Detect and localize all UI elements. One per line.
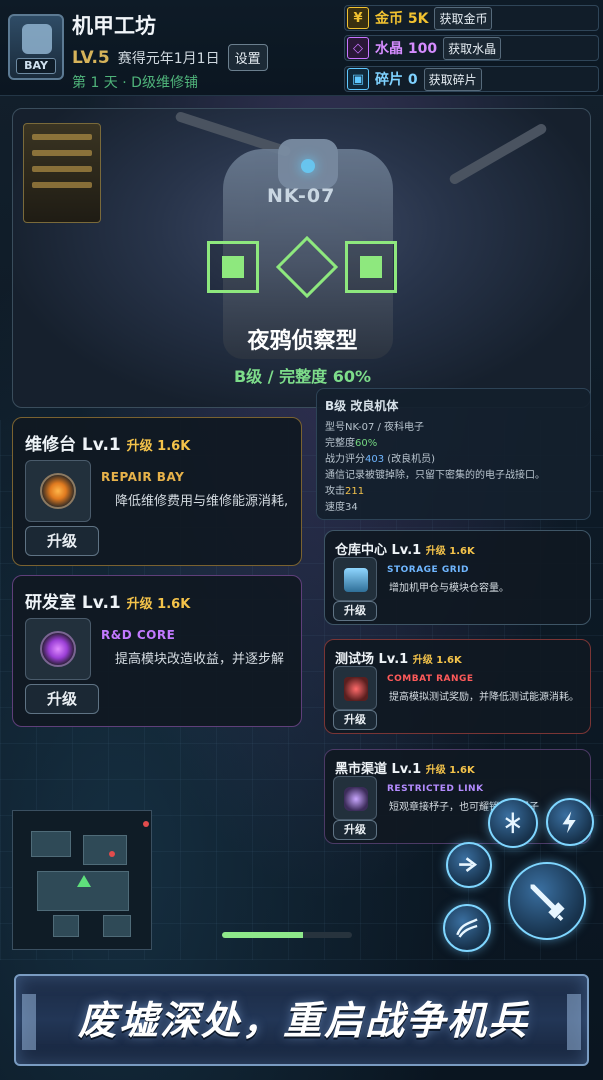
attack-label: 攻击 [325,486,345,497]
promo-banner: 废墟深处，重启战争机兵 [14,974,589,1066]
storage-description: 增加机甲仓与模块仓容量。 [389,583,509,594]
get-crystal-button[interactable]: 获取水晶 [443,36,502,60]
black-upgrade-cost: 升级 1.6K [425,765,475,776]
shard-amount: 碎片 0 [375,72,418,88]
storage-name: 仓库中心 Lv.1 [335,543,422,558]
module-slot-left-icon[interactable] [207,241,259,293]
facility-repair-card[interactable]: 维修台 Lv.1 升级 1.6K REPAIR BAY 降低维修费用与维修能源消… [12,417,302,566]
resource-gold: ¥ 金币 5K 获取金币 [344,5,599,31]
control-console [23,123,101,223]
player-hp-bar [222,932,352,938]
facility-rnd-card[interactable]: 研发室 Lv.1 升级 1.6K R&D CORE 提高模块改造收益，并逐步解 … [12,575,302,727]
mech-info-panel: B级 改良机体 型号NK-07 / 夜科电子 完整度60% 战力评分403 (改… [316,388,591,520]
get-shard-button[interactable]: 获取碎片 [423,67,482,91]
facility-test-card[interactable]: 测试场 Lv.1 升级 1.6K COMBAT RANGE 提高模拟测试奖励，并… [324,639,591,734]
storage-upgrade-cost: 升级 1.6K [425,546,475,557]
repair-upgrade-cost: 升级 1.6K [126,439,191,454]
mech-showcase[interactable]: NK-07 夜鸦侦察型 B级 / 完整度 60% [12,108,591,408]
speed-label: 速度 [325,502,345,513]
power-value: 403 [365,454,385,465]
enemy-marker-icon [109,851,115,857]
mech-icon [22,24,52,54]
day-info: 第 1 天 · D级维修铺 [72,75,198,91]
robot-arm-right [447,122,549,186]
rnd-description: 提高模块改造收益，并逐步解 [115,652,285,667]
test-subtitle: COMBAT RANGE [387,674,474,684]
shard-icon: ▣ [347,68,369,90]
rnd-subtitle: R&D CORE [101,628,176,642]
info-heading: B级 改良机体 [325,399,399,413]
resource-crystal: ◇ 水晶 100 获取水晶 [344,35,599,61]
gold-amount: 金币 5K [375,11,429,27]
attack-sword-icon[interactable] [508,862,586,940]
player-level: LV.5 [72,47,110,68]
repair-subtitle: REPAIR BAY [101,470,185,484]
black-subtitle: RESTRICTED LINK [387,784,484,794]
black-name: 黑市渠道 Lv.1 [335,762,422,777]
workshop-avatar[interactable]: BAY [8,14,64,80]
rnd-upgrade-button[interactable]: 升级 [25,684,99,714]
game-date: 赛得元年1月1日 [117,50,220,67]
combat-icon [333,666,377,710]
get-gold-button[interactable]: 获取金币 [434,6,493,30]
power-note: (改良机员) [387,454,436,465]
banner-text: 废墟深处，重启战争机兵 [77,999,529,1044]
storage-icon [333,557,377,601]
rnd-name: 研发室 Lv.1 [25,593,121,613]
test-description: 提高模拟测试奖励，并降低测试能源消耗。 [389,692,579,703]
crystal-amount: 水晶 100 [375,41,438,57]
storage-upgrade-button[interactable]: 升级 [333,601,377,621]
info-model: 型号NK-07 / 夜科电子 [325,422,425,433]
workshop-title: 机甲工坊 [72,14,156,38]
integrity-label: 完整度 [325,438,355,449]
mech-name: 夜鸦侦察型 [247,329,358,354]
facility-storage-card[interactable]: 仓库中心 Lv.1 升级 1.6K STORAGE GRID 增加机甲仓与模块仓… [324,530,591,625]
info-description: 通信记录被镀掉除，只留下密集的的电子战接口。 [325,470,545,481]
power-label: 战力评分 [325,454,365,465]
skill-wave-icon[interactable] [443,904,491,952]
repair-core-icon [25,460,91,522]
integrity-value: 60% [355,438,378,449]
coin-icon: ¥ [347,7,369,29]
skill-dash-icon[interactable] [446,842,492,888]
attack-value: 211 [345,486,365,497]
rnd-upgrade-cost: 升级 1.6K [126,597,191,612]
repair-name: 维修台 Lv.1 [25,435,121,455]
black-market-icon [333,776,377,820]
rnd-core-icon [25,618,91,680]
enemy-marker-icon [143,821,149,827]
storage-subtitle: STORAGE GRID [387,565,469,575]
test-upgrade-cost: 升级 1.6K [412,655,462,666]
black-upgrade-button[interactable]: 升级 [333,820,377,840]
settings-button[interactable]: 设置 [227,44,268,71]
resource-shard: ▣ 碎片 0 获取碎片 [344,66,599,92]
mech-grade: B级 / 完整度 60% [233,367,372,386]
player-marker-icon [77,875,91,887]
skill-bug-icon[interactable] [488,798,538,848]
skill-lightning-icon[interactable] [546,798,594,846]
test-upgrade-button[interactable]: 升级 [333,710,377,730]
bay-badge: BAY [16,58,56,74]
test-name: 测试场 Lv.1 [335,652,409,667]
mech-code: NK-07 [267,185,336,207]
crystal-icon: ◇ [347,37,369,59]
minimap[interactable] [12,810,152,950]
repair-description: 降低维修费用与维修能源消耗, [115,494,289,509]
speed-value: 34 [345,502,358,513]
top-header: BAY 机甲工坊 LV.5 赛得元年1月1日 设置 第 1 天 · D级维修铺 … [0,0,603,96]
repair-upgrade-button[interactable]: 升级 [25,526,99,556]
module-slot-right-icon[interactable] [345,241,397,293]
